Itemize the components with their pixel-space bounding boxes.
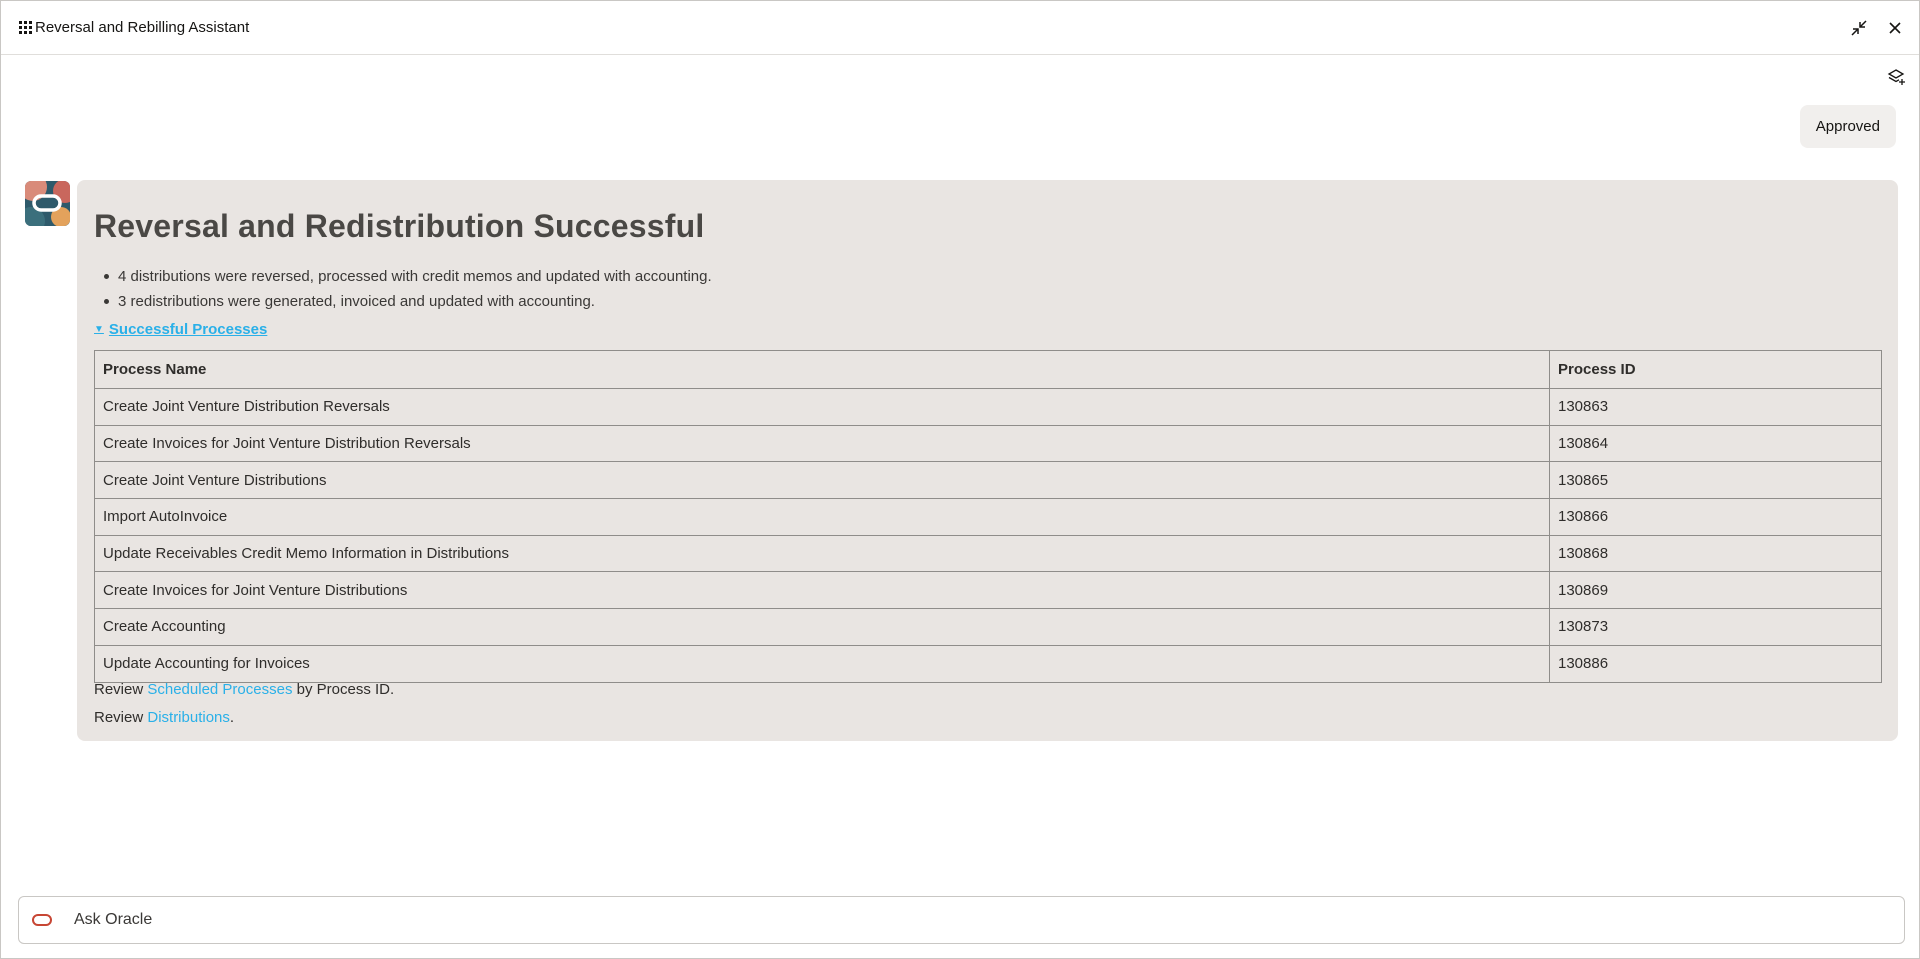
- review-scheduled-processes-line: Review Scheduled Processes by Process ID…: [94, 681, 394, 698]
- process-name-cell: Import AutoInvoice: [94, 498, 1550, 536]
- process-table: Process Name Process ID Create Joint Ven…: [94, 350, 1882, 683]
- scheduled-processes-link[interactable]: Scheduled Processes: [147, 681, 292, 698]
- layers-add-icon[interactable]: [1887, 67, 1907, 87]
- assistant-avatar-icon: [25, 181, 70, 226]
- collapse-icon[interactable]: [1849, 18, 1869, 38]
- table-row: Create Joint Venture Distribution Revers…: [94, 388, 1882, 426]
- process-id-cell: 130866: [1549, 498, 1882, 536]
- list-item: 3 redistributions were generated, invoic…: [94, 289, 712, 314]
- process-name-cell: Create Invoices for Joint Venture Distri…: [94, 571, 1550, 610]
- successful-processes-toggle[interactable]: ▼ Successful Processes: [94, 321, 267, 338]
- table-row: Import AutoInvoice 130866: [94, 498, 1882, 536]
- process-id-cell: 130865: [1549, 461, 1882, 500]
- table-row: Update Receivables Credit Memo Informati…: [94, 534, 1882, 573]
- process-id-cell: 130868: [1549, 534, 1882, 573]
- review-distributions-line: Review Distributions.: [94, 709, 234, 726]
- table-row: Create Invoices for Joint Venture Distri…: [94, 571, 1882, 610]
- process-id-cell: 130869: [1549, 571, 1882, 610]
- table-row: Create Accounting 130873: [94, 608, 1882, 646]
- assistant-message-card: Reversal and Redistribution Successful 4…: [77, 180, 1898, 741]
- oracle-logo-icon: [32, 914, 52, 926]
- triangle-down-icon: ▼: [94, 324, 104, 335]
- table-row: Create Joint Venture Distributions 13086…: [94, 461, 1882, 500]
- list-item: 4 distributions were reversed, processed…: [94, 264, 712, 289]
- review-prefix: Review: [94, 681, 148, 698]
- review-suffix: .: [229, 709, 235, 726]
- window-title: Reversal and Rebilling Assistant: [35, 19, 250, 36]
- table-header-row: Process Name Process ID: [94, 350, 1882, 389]
- summary-list: 4 distributions were reversed, processed…: [94, 264, 712, 314]
- ask-oracle-bar: [18, 896, 1905, 944]
- process-name-cell: Create Accounting: [94, 608, 1550, 646]
- column-header-process-name: Process Name: [94, 350, 1550, 389]
- process-name-cell: Update Accounting for Invoices: [94, 644, 1550, 683]
- review-prefix: Review: [94, 709, 148, 726]
- process-name-cell: Update Receivables Credit Memo Informati…: [94, 534, 1550, 573]
- process-name-cell: Create Joint Venture Distributions: [94, 461, 1550, 500]
- table-row: Update Accounting for Invoices 130886: [94, 644, 1882, 683]
- column-header-process-id: Process ID: [1549, 350, 1882, 389]
- app-grid-icon[interactable]: [19, 20, 33, 35]
- table-row: Create Invoices for Joint Venture Distri…: [94, 424, 1882, 463]
- user-message-bubble: Approved: [1799, 105, 1896, 148]
- result-title: Reversal and Redistribution Successful: [94, 208, 705, 244]
- distributions-link[interactable]: Distributions: [147, 709, 230, 726]
- ask-oracle-input[interactable]: [72, 910, 1852, 930]
- disclosure-label: Successful Processes: [108, 321, 268, 338]
- process-name-cell: Create Joint Venture Distribution Revers…: [94, 388, 1550, 426]
- title-bar: Reversal and Rebilling Assistant: [1, 1, 1919, 55]
- process-id-cell: 130864: [1549, 424, 1882, 463]
- process-name-cell: Create Invoices for Joint Venture Distri…: [94, 424, 1550, 463]
- review-suffix: by Process ID.: [292, 681, 395, 698]
- close-icon[interactable]: [1885, 18, 1905, 38]
- process-id-cell: 130873: [1549, 608, 1882, 646]
- user-message-text: Approved: [1815, 118, 1880, 135]
- process-id-cell: 130863: [1549, 388, 1882, 426]
- process-id-cell: 130886: [1549, 644, 1882, 683]
